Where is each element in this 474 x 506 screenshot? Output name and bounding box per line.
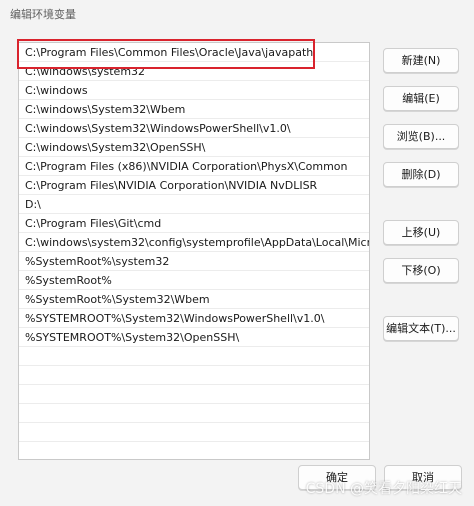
path-list-item[interactable]: %SystemRoot% xyxy=(19,271,369,290)
path-list-item[interactable]: D:\ xyxy=(19,195,369,214)
empty-list-row[interactable] xyxy=(19,385,369,404)
path-list-item[interactable]: C:\windows\System32\WindowsPowerShell\v1… xyxy=(19,119,369,138)
path-list-item[interactable]: C:\windows\System32\OpenSSH\ xyxy=(19,138,369,157)
title-bar[interactable]: 编辑环境变量 xyxy=(0,0,474,28)
edit-button[interactable]: 编辑(E) xyxy=(383,86,459,111)
path-list-item[interactable]: %SYSTEMROOT%\System32\OpenSSH\ xyxy=(19,328,369,347)
window-title: 编辑环境变量 xyxy=(10,8,76,21)
delete-button[interactable]: 删除(D) xyxy=(383,162,459,187)
empty-list-row[interactable] xyxy=(19,404,369,423)
path-list-item[interactable]: %SystemRoot%\system32 xyxy=(19,252,369,271)
path-list-item[interactable]: C:\Program Files\Git\cmd xyxy=(19,214,369,233)
empty-list-row[interactable] xyxy=(19,347,369,366)
path-list[interactable]: C:\Program Files\Common Files\Oracle\Jav… xyxy=(18,42,370,460)
path-list-item[interactable]: C:\windows\system32\config\systemprofile… xyxy=(19,233,369,252)
empty-list-row[interactable] xyxy=(19,442,369,459)
path-list-item[interactable]: C:\Program Files\NVIDIA Corporation\NVID… xyxy=(19,176,369,195)
empty-list-row[interactable] xyxy=(19,423,369,442)
move-down-button[interactable]: 下移(O) xyxy=(383,258,459,283)
highlight-annotation xyxy=(17,39,315,69)
edit-env-variable-dialog: 编辑环境变量 C:\Program Files\Common Files\Ora… xyxy=(0,0,474,506)
watermark: CSDN @笑看夕阳染红天 xyxy=(305,481,462,497)
browse-button[interactable]: 浏览(B)... xyxy=(383,124,459,149)
new-button[interactable]: 新建(N) xyxy=(383,48,459,73)
path-list-item[interactable]: %SYSTEMROOT%\System32\WindowsPowerShell\… xyxy=(19,309,369,328)
path-list-item[interactable]: C:\windows xyxy=(19,81,369,100)
empty-list-row[interactable] xyxy=(19,366,369,385)
path-list-item[interactable]: C:\windows\System32\Wbem xyxy=(19,100,369,119)
path-list-item[interactable]: C:\Program Files (x86)\NVIDIA Corporatio… xyxy=(19,157,369,176)
path-list-item[interactable]: %SystemRoot%\System32\Wbem xyxy=(19,290,369,309)
move-up-button[interactable]: 上移(U) xyxy=(383,220,459,245)
edit-text-button[interactable]: 编辑文本(T)... xyxy=(383,316,459,341)
